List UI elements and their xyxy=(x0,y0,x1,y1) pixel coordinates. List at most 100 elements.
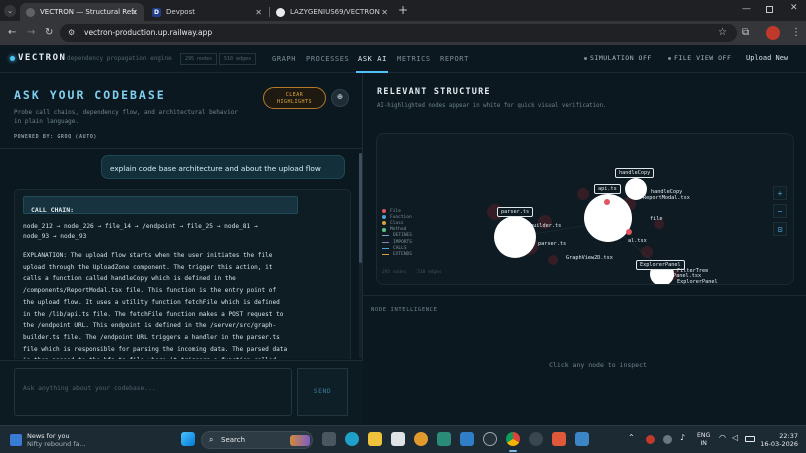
edge-icon[interactable] xyxy=(345,432,359,446)
menu-kebab-icon[interactable]: ⋮ xyxy=(791,27,801,38)
node-small-red[interactable] xyxy=(604,199,610,205)
browser-tab-devpost[interactable]: D Devpost ✕ xyxy=(146,3,268,21)
graph-canvas[interactable]: handleCopy handleCopy handleCopy ReportM… xyxy=(376,133,794,285)
explanation-text: EXPLANATION: The upload flow starts when… xyxy=(23,250,287,359)
zoom-out-button[interactable]: − xyxy=(773,204,787,218)
language-indicator[interactable]: ENG IN xyxy=(697,432,710,448)
reload-icon[interactable]: ↻ xyxy=(45,27,53,38)
fit-view-button[interactable]: ⊡ xyxy=(773,222,787,236)
file-explorer-icon[interactable] xyxy=(368,432,382,446)
bookmark-star-icon[interactable]: ☆ xyxy=(718,24,727,42)
browser-tab-github[interactable]: LAZYGENIUS69/VECTRON ✕ xyxy=(270,3,394,21)
chrome-icon[interactable] xyxy=(506,432,520,446)
back-icon[interactable]: ← xyxy=(8,27,16,38)
close-tab-icon[interactable]: ✕ xyxy=(381,8,388,17)
battery-icon[interactable] xyxy=(745,436,755,442)
explanation-line: EXPLANATION: The upload flow starts when… xyxy=(23,252,273,259)
nav-tab-graph[interactable]: GRAPH xyxy=(272,55,296,63)
status-dot-icon xyxy=(668,56,671,60)
structure-subtitle: AI-highlighted nodes appear in white for… xyxy=(377,103,607,109)
call-chain-text: node_212 → node_226 → file_14 → /endpoin… xyxy=(23,223,258,240)
ask-input[interactable]: Ask anything about your codebase... xyxy=(14,368,292,416)
extensions-icon[interactable]: ⧉ xyxy=(742,27,749,38)
nav-tab-metrics[interactable]: METRICS xyxy=(397,55,431,63)
node-intelligence-title: NODE INTELLIGENCE xyxy=(371,307,438,313)
node-small-red[interactable] xyxy=(626,229,632,235)
label-file-text: file xyxy=(650,216,663,222)
label-handle-copy[interactable]: handleCopy xyxy=(615,168,655,178)
nav-tab-ask-ai[interactable]: ASK AI xyxy=(358,55,387,63)
legend-dot-icon xyxy=(382,209,386,214)
nav-tab-report[interactable]: REPORT xyxy=(440,55,469,63)
tray-app-icon[interactable] xyxy=(663,435,672,444)
status-dot-icon xyxy=(584,56,587,60)
search-highlight-icon xyxy=(290,435,310,446)
clear-highlights-button[interactable]: CLEAR HIGHLIGHTS xyxy=(263,87,326,109)
label-api-ts[interactable]: api.ts xyxy=(594,184,621,194)
store-icon[interactable] xyxy=(391,432,405,446)
nav-tab-processes[interactable]: PROCESSES xyxy=(306,55,349,63)
legend-label: Function xyxy=(390,214,412,220)
address-bar[interactable]: ⚙ vectron-production.up.railway.app ☆ xyxy=(60,24,737,42)
media-player-icon[interactable] xyxy=(529,432,543,446)
tab-search-button[interactable]: ⌄ xyxy=(4,5,16,17)
app-icon[interactable] xyxy=(414,432,428,446)
graph-svg[interactable] xyxy=(377,134,794,285)
app-icon[interactable] xyxy=(575,432,589,446)
edges-stat-badge: 510 edges xyxy=(219,53,257,65)
windows-start-icon[interactable] xyxy=(181,432,195,446)
call-chain-box: CALL CHAIN: xyxy=(23,196,298,214)
upload-new-button[interactable]: Upload New xyxy=(746,54,788,62)
app-icon[interactable] xyxy=(552,432,566,446)
ai-response: CALL CHAIN: node_212 → node_226 → file_1… xyxy=(14,189,351,359)
profile-avatar[interactable] xyxy=(766,26,780,40)
send-button[interactable]: SEND xyxy=(297,368,348,416)
taskbar-search[interactable]: ⌕ Search xyxy=(201,431,313,449)
volume-icon[interactable]: ◁ xyxy=(732,433,738,442)
zoom-in-button[interactable]: + xyxy=(773,186,787,200)
close-window-icon[interactable]: ✕ xyxy=(790,3,798,13)
whatsapp-icon[interactable] xyxy=(437,432,451,446)
vscode-icon[interactable] xyxy=(460,432,474,446)
show-hidden-icons[interactable]: ⌃ xyxy=(628,433,635,442)
simulation-toggle[interactable]: SIMULATION OFF xyxy=(584,54,652,62)
forward-icon[interactable]: → xyxy=(27,27,35,38)
legend-label: IMPORTS xyxy=(393,239,412,245)
chat-log[interactable]: explain code base architecture and about… xyxy=(0,149,357,359)
news-widget[interactable]: News for you Nifty rebound fa... xyxy=(27,432,86,448)
clock[interactable]: 22:37 16-03-2026 xyxy=(758,432,798,448)
task-view-icon[interactable] xyxy=(322,432,336,446)
legend-dot-icon xyxy=(382,215,386,220)
new-tab-button[interactable]: + xyxy=(398,3,408,17)
graph-node xyxy=(577,188,589,200)
logo-dot-icon xyxy=(10,56,15,61)
app-logo[interactable]: VECTRON xyxy=(18,53,66,63)
github-icon[interactable] xyxy=(483,432,497,446)
label-explorer-text: ExplorerPanel xyxy=(677,279,718,285)
app-tagline: dependency propagation engine xyxy=(67,55,172,62)
site-info-icon[interactable]: ⚙ xyxy=(68,24,75,42)
weather-icon[interactable] xyxy=(10,434,22,446)
tray-app-icon[interactable] xyxy=(646,435,655,444)
chat-scrollbar[interactable] xyxy=(359,153,362,358)
file-view-toggle[interactable]: FILE VIEW OFF xyxy=(668,54,731,62)
explanation-line: file which is responsible for parsing th… xyxy=(23,345,288,353)
minimize-icon[interactable]: — xyxy=(742,4,751,14)
explanation-line: the /endpoint URL. This endpoint is defi… xyxy=(23,322,277,330)
ask-ai-panel: ASK YOUR CODEBASE Probe call chains, dep… xyxy=(0,73,363,425)
structure-panel: RELEVANT STRUCTURE AI-highlighted nodes … xyxy=(363,73,806,425)
close-tab-icon[interactable]: ✕ xyxy=(255,8,262,17)
legend-line-icon xyxy=(382,253,389,255)
ai-settings-button[interactable]: ☻ xyxy=(331,89,349,107)
microphone-icon[interactable]: ♪ xyxy=(680,433,685,442)
powered-by-label: POWERED BY: GROQ (AUTO) xyxy=(14,134,98,140)
chat-scrollbar-thumb[interactable] xyxy=(359,153,362,263)
page-title: ASK YOUR CODEBASE xyxy=(14,88,166,102)
explanation-line: the upload flow. It uses a utility funct… xyxy=(23,298,280,306)
restore-icon[interactable] xyxy=(766,6,773,13)
graph-node xyxy=(548,255,558,265)
label-parser-ts[interactable]: parser.ts xyxy=(497,207,534,217)
wifi-icon[interactable]: ◠ xyxy=(719,433,726,442)
close-tab-icon[interactable]: ✕ xyxy=(131,8,138,17)
browser-tab-vectron[interactable]: VECTRON — Structural Refacto ✕ xyxy=(20,3,144,21)
